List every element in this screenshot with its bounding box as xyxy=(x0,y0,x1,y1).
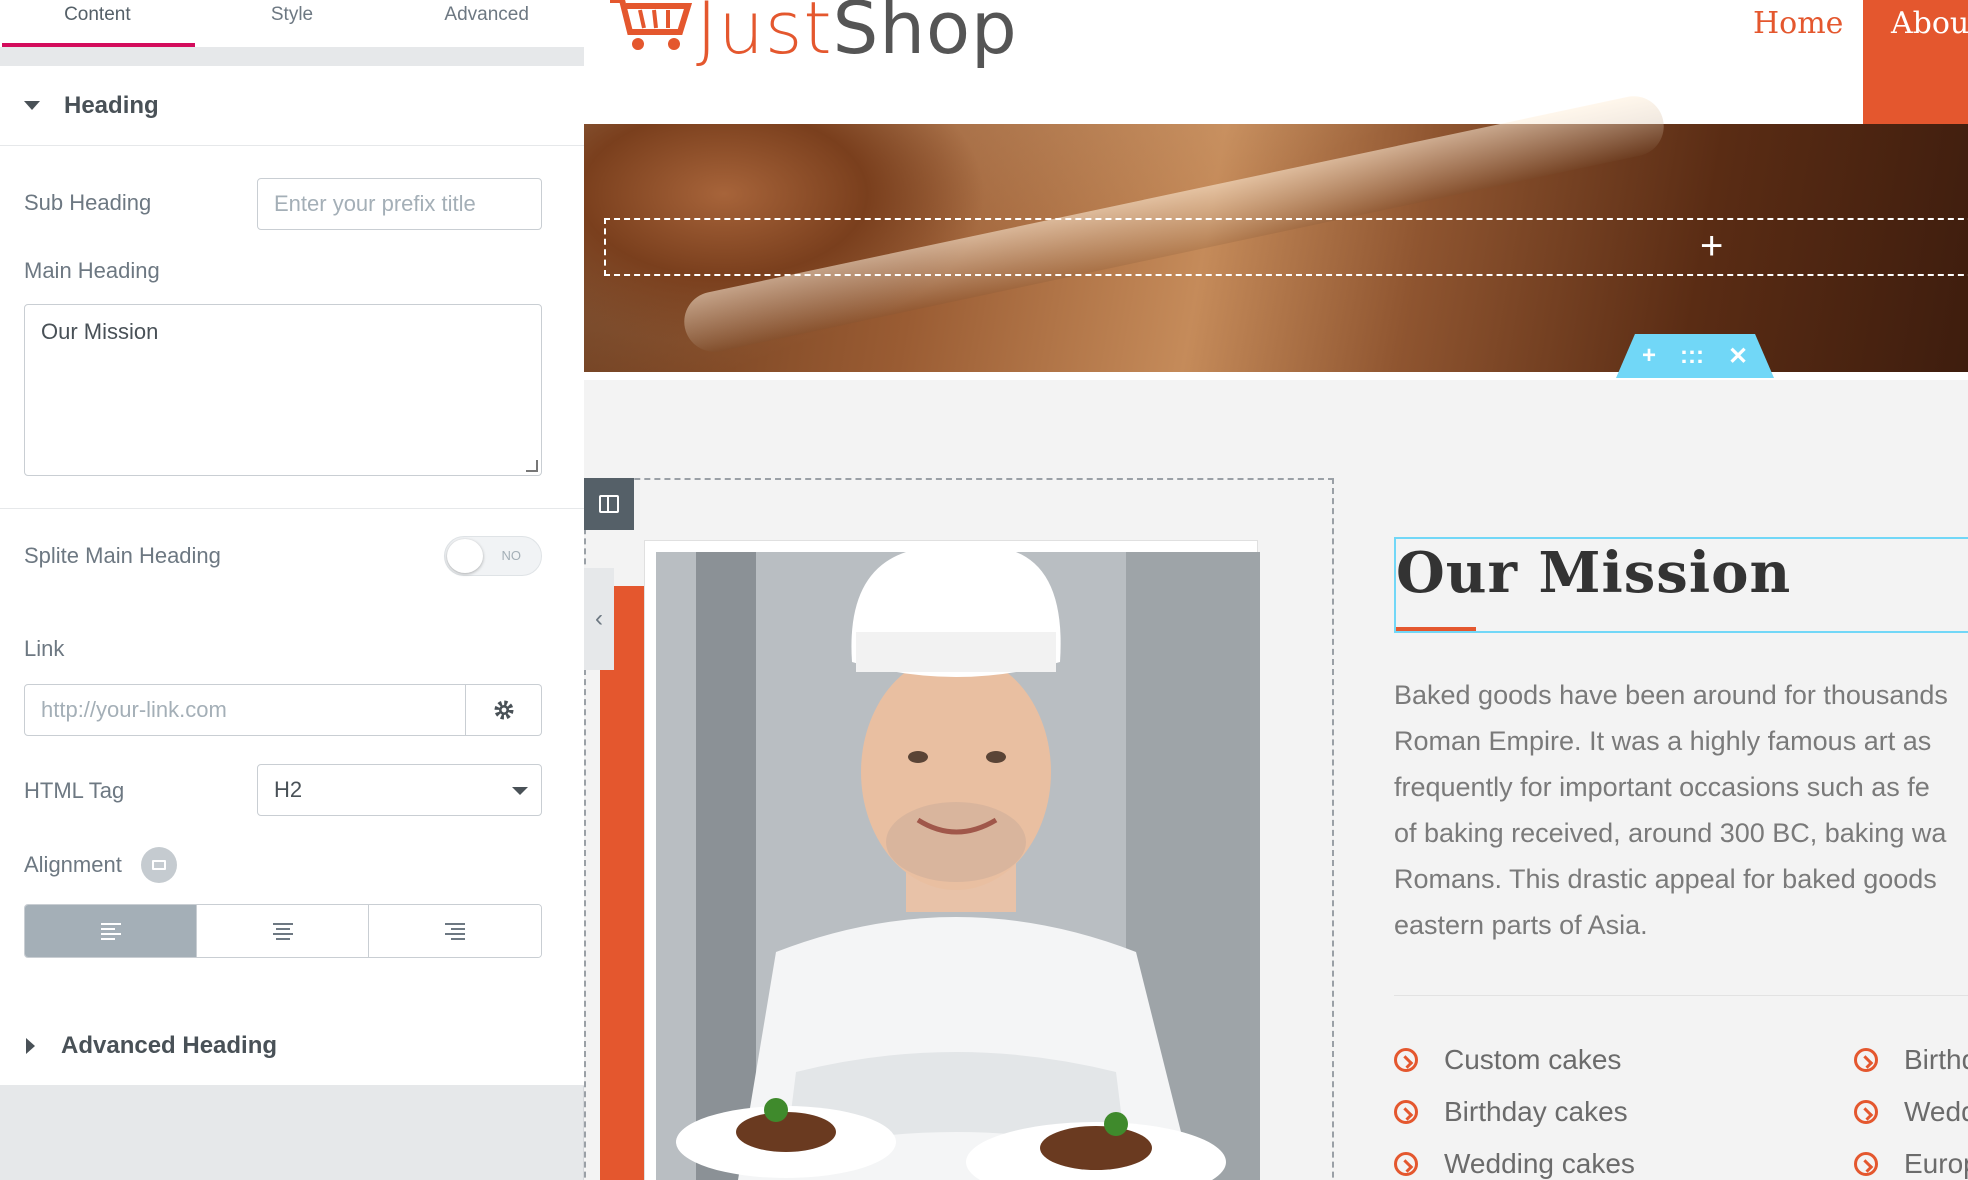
resize-handle-icon[interactable] xyxy=(526,460,538,472)
advanced-heading-title: Advanced Heading xyxy=(61,1031,278,1059)
decorative-orange-bar xyxy=(600,586,646,1180)
main-heading-label: Main Heading xyxy=(24,258,160,283)
delete-section-icon[interactable]: ✕ xyxy=(1728,342,1748,371)
list-item: Europ xyxy=(1854,1148,1968,1180)
panel-collapse-button[interactable]: ‹ xyxy=(584,568,614,670)
logo-part-shop: Shop xyxy=(832,0,1018,70)
list-item-label: Birthday cakes xyxy=(1444,1096,1628,1127)
heading-section-title: Heading xyxy=(64,91,159,119)
add-section-icon[interactable]: + xyxy=(1642,342,1656,370)
html-tag-select[interactable]: H2 xyxy=(257,764,542,816)
list-item-label: Wedd xyxy=(1904,1096,1968,1127)
html-tag-label: HTML Tag xyxy=(24,778,125,803)
alignment-label: Alignment xyxy=(24,852,122,877)
link-label: Link xyxy=(24,636,65,661)
content-divider xyxy=(1394,995,1968,996)
list-item: Wedding cakes xyxy=(1394,1148,1635,1180)
arrow-circle-icon xyxy=(1854,1100,1878,1124)
divider xyxy=(0,508,584,509)
panel-tabs: Content Style Advanced xyxy=(0,0,584,48)
chef-illustration xyxy=(656,552,1260,1180)
arrow-circle-icon xyxy=(1854,1048,1878,1072)
list-item-label: Europ xyxy=(1904,1148,1968,1179)
editor-panel: Content Style Advanced Heading Sub Headi… xyxy=(0,0,584,1180)
column-edit-handle[interactable] xyxy=(584,478,634,530)
chef-image[interactable] xyxy=(656,552,1260,1180)
main-heading-textarea[interactable]: Our Mission xyxy=(24,304,542,476)
align-center-icon xyxy=(272,923,293,940)
split-heading-label: Splite Main Heading xyxy=(24,543,221,568)
tab-style[interactable]: Style xyxy=(195,0,390,47)
heading-underline xyxy=(1396,627,1476,631)
page-preview: JustShop Home About + + ::: ✕ xyxy=(584,0,1968,1180)
sub-heading-input[interactable]: Enter your prefix title xyxy=(257,178,542,230)
list-item: Birthd xyxy=(1854,1044,1968,1076)
list-item-label: Custom cakes xyxy=(1444,1044,1622,1075)
heading-section-header[interactable]: Heading xyxy=(0,66,584,146)
caret-down-icon xyxy=(24,101,40,110)
list-item: Birthday cakes xyxy=(1394,1096,1628,1128)
sub-heading-label: Sub Heading xyxy=(24,190,152,215)
heading-section: Heading Sub Heading Enter your prefix ti… xyxy=(0,66,584,1024)
shopping-cart-icon xyxy=(610,0,693,50)
gear-icon xyxy=(494,700,513,720)
list-item-label: Birthd xyxy=(1904,1044,1968,1075)
nav-about-link[interactable]: About xyxy=(1863,0,1968,124)
align-center-button[interactable] xyxy=(197,905,369,957)
link-input[interactable]: http://your-link.com xyxy=(24,684,466,736)
drag-section-icon[interactable]: ::: xyxy=(1680,342,1704,370)
split-heading-toggle[interactable]: NO xyxy=(444,536,542,576)
column-icon xyxy=(599,495,619,513)
toggle-text: NO xyxy=(501,548,522,563)
mission-paragraph[interactable]: Baked goods have been around for thousan… xyxy=(1394,672,1968,948)
arrow-circle-icon xyxy=(1854,1152,1878,1176)
advanced-heading-section-header[interactable]: Advanced Heading xyxy=(0,1006,584,1086)
align-right-button[interactable] xyxy=(369,905,541,957)
responsive-desktop-icon[interactable] xyxy=(141,847,177,883)
mission-heading[interactable]: Our Mission xyxy=(1396,540,1791,606)
list-item-label: Wedding cakes xyxy=(1444,1148,1635,1179)
arrow-circle-icon xyxy=(1394,1100,1418,1124)
logo-part-just: Just xyxy=(696,0,833,70)
align-left-button[interactable] xyxy=(25,905,197,957)
tab-advanced[interactable]: Advanced xyxy=(389,0,584,47)
site-logo[interactable]: JustShop xyxy=(696,0,1018,70)
section-toolbar: + ::: ✕ xyxy=(1616,334,1774,378)
add-element-icon[interactable]: + xyxy=(1700,224,1723,269)
caret-right-icon xyxy=(26,1037,35,1054)
site-header: JustShop Home About xyxy=(584,0,1968,124)
align-left-icon xyxy=(100,923,121,940)
nav-home-link[interactable]: Home xyxy=(1753,6,1843,41)
align-right-icon xyxy=(445,923,465,940)
arrow-circle-icon xyxy=(1394,1152,1418,1176)
select-arrow-icon xyxy=(512,787,528,795)
link-options-button[interactable] xyxy=(466,684,542,736)
tab-gap xyxy=(0,48,584,66)
list-item: Custom cakes xyxy=(1394,1044,1621,1076)
alignment-control xyxy=(24,904,542,958)
toggle-knob xyxy=(447,539,483,573)
arrow-circle-icon xyxy=(1394,1048,1418,1072)
hero-drop-zone[interactable] xyxy=(604,218,1968,276)
list-item: Wedd xyxy=(1854,1096,1968,1128)
tab-content[interactable]: Content xyxy=(0,0,195,47)
